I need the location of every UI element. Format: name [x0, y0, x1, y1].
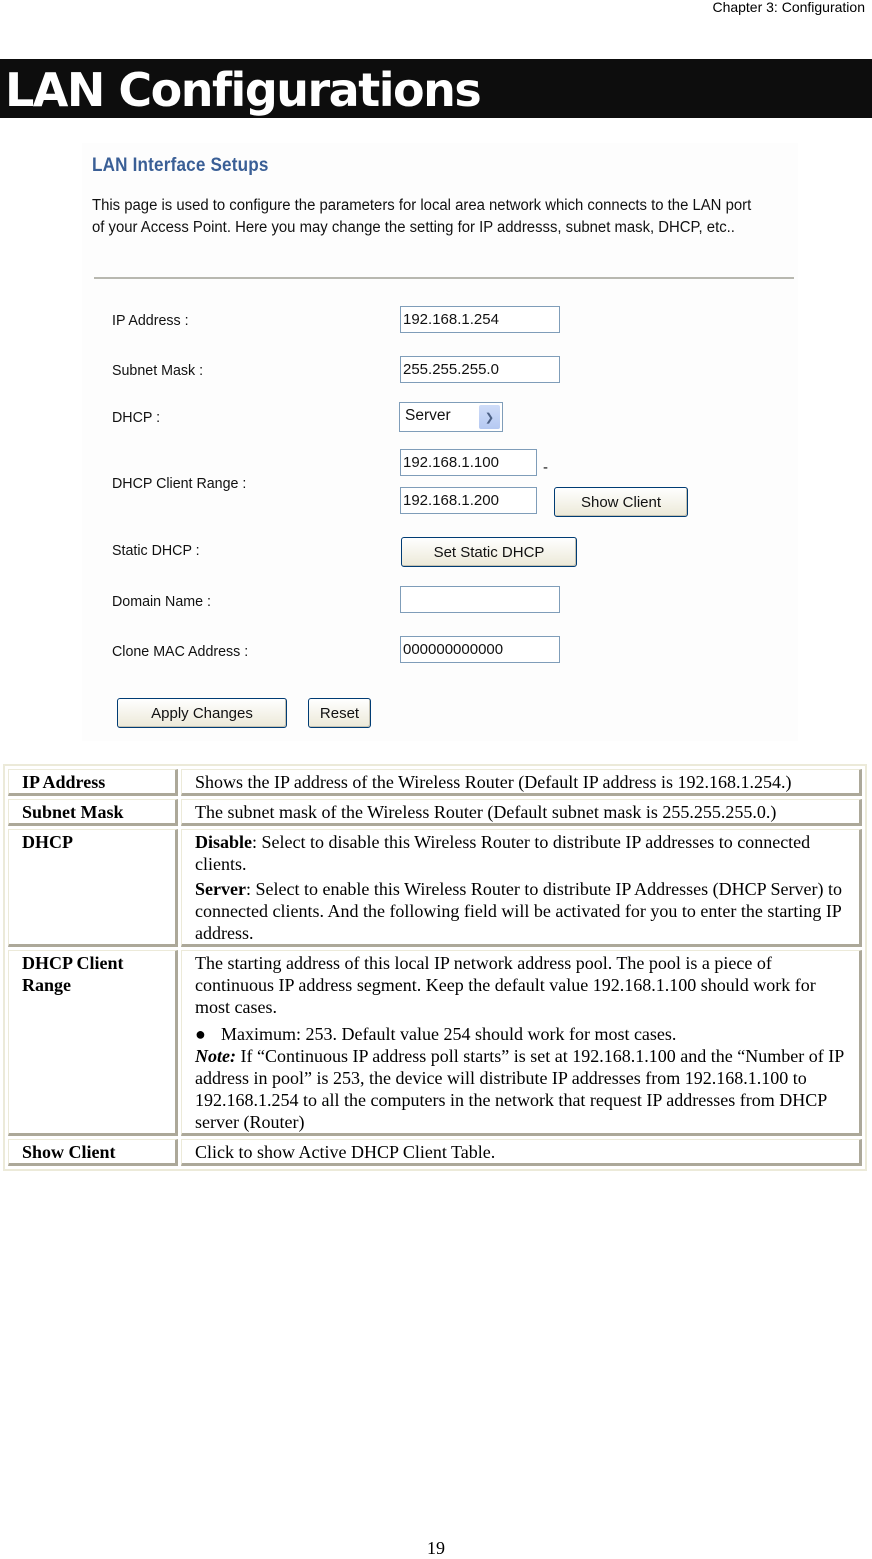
divider	[94, 277, 794, 279]
chapter-header: Chapter 3: Configuration	[712, 0, 865, 15]
chevron-down-icon[interactable]: ❯	[479, 405, 500, 429]
show-client-button[interactable]: Show Client	[554, 487, 688, 517]
screenshot-description: This page is used to configure the param…	[92, 197, 752, 236]
dhcp-select[interactable]: Server ❯	[399, 402, 503, 432]
range-separator: -	[543, 459, 548, 476]
description-cell: Click to show Active DHCP Client Table.	[181, 1139, 862, 1166]
domain-name-input[interactable]	[400, 586, 560, 613]
clone-mac-label: Clone MAC Address :	[112, 643, 249, 660]
disable-label: Disable	[195, 832, 253, 852]
term-cell: IP Address	[8, 769, 178, 796]
reset-button[interactable]: Reset	[308, 698, 371, 728]
dhcp-range-end-input[interactable]	[400, 487, 537, 514]
lan-interface-screenshot: LAN Interface Setups This page is used t…	[82, 143, 798, 741]
description-cell: Disable: Select to disable this Wireless…	[181, 829, 862, 947]
bullet-text: Maximum: 253. Default value 254 should w…	[221, 1024, 677, 1044]
disable-paragraph: Disable: Select to disable this Wireless…	[195, 831, 847, 875]
term-cell: DHCP Client Range	[8, 950, 178, 1136]
ip-address-input[interactable]	[400, 306, 560, 333]
term-cell: DHCP	[8, 829, 178, 947]
static-dhcp-label: Static DHCP :	[112, 542, 200, 559]
table-row: Show Client Click to show Active DHCP Cl…	[8, 1139, 862, 1166]
server-label: Server	[195, 879, 246, 899]
description-cell: The subnet mask of the Wireless Router (…	[181, 799, 862, 826]
screenshot-title: LAN Interface Setups	[92, 155, 269, 176]
server-text: : Select to enable this Wireless Router …	[195, 879, 842, 943]
dhcp-client-range-label: DHCP Client Range :	[112, 475, 247, 492]
table-row: DHCP Client Range The starting address o…	[8, 950, 862, 1136]
clone-mac-input[interactable]	[400, 636, 560, 663]
table-row: Subnet Mask The subnet mask of the Wirel…	[8, 799, 862, 826]
note-paragraph: Note: If “Continuous IP address poll sta…	[195, 1045, 847, 1133]
term-cell: Subnet Mask	[8, 799, 178, 826]
page-number: 19	[427, 1538, 445, 1558]
set-static-dhcp-button[interactable]: Set Static DHCP	[401, 537, 577, 567]
field-description-table: IP Address Shows the IP address of the W…	[3, 764, 867, 1171]
bullet-icon: ●	[195, 1024, 206, 1044]
dhcp-range-start-input[interactable]	[400, 449, 537, 476]
term-cell: Show Client	[8, 1139, 178, 1166]
table-row: DHCP Disable: Select to disable this Wir…	[8, 829, 862, 947]
note-label: Note:	[195, 1046, 236, 1066]
note-text: If “Continuous IP address poll starts” i…	[195, 1046, 844, 1132]
subnet-mask-input[interactable]	[400, 356, 560, 383]
domain-name-label: Domain Name :	[112, 593, 211, 610]
description-cell: The starting address of this local IP ne…	[181, 950, 862, 1136]
dhcp-label: DHCP :	[112, 409, 161, 426]
range-description: The starting address of this local IP ne…	[195, 953, 816, 1017]
disable-text: : Select to disable this Wireless Router…	[195, 832, 811, 874]
server-paragraph: Server: Select to enable this Wireless R…	[195, 878, 847, 944]
dhcp-selected-value: Server	[405, 407, 451, 424]
ip-address-label: IP Address :	[112, 312, 189, 329]
section-title-bar: LAN Configurations	[0, 59, 872, 118]
subnet-mask-label: Subnet Mask :	[112, 362, 204, 379]
description-cell: Shows the IP address of the Wireless Rou…	[181, 769, 862, 796]
table-row: IP Address Shows the IP address of the W…	[8, 769, 862, 796]
apply-changes-button[interactable]: Apply Changes	[117, 698, 287, 728]
bullet-item: ● Maximum: 253. Default value 254 should …	[195, 1023, 847, 1045]
page-title: LAN Configurations	[5, 63, 482, 117]
